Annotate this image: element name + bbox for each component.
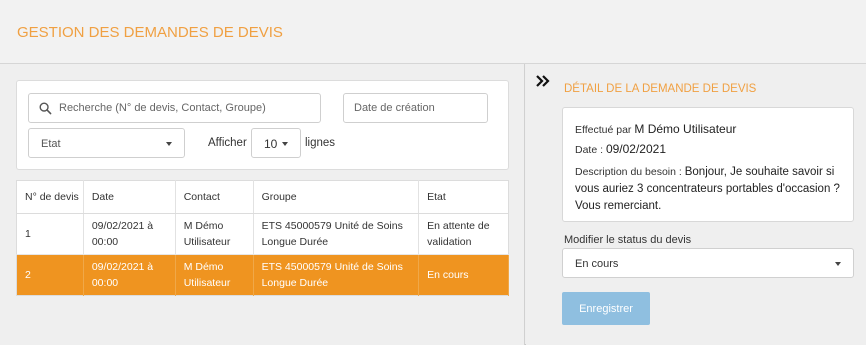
detail-effectue: Effectué par M Démo Utilisateur xyxy=(575,122,737,136)
double-chevron-right-icon[interactable] xyxy=(536,75,550,87)
save-button[interactable]: Enregistrer xyxy=(562,292,650,325)
chevron-down-icon xyxy=(282,142,288,146)
status-label: Modifier le status du devis xyxy=(564,234,692,246)
cell-contact: M Démo Utilisateur xyxy=(175,254,254,296)
requests-list-panel: Etat Afficher 10 lignes N° de devis Date… xyxy=(0,64,525,345)
search-icon xyxy=(39,102,52,115)
cell-etat: En attente de validation xyxy=(418,213,509,255)
cell-etat: En cours xyxy=(418,254,509,296)
detail-card: Effectué par M Démo Utilisateur Date : 0… xyxy=(562,107,854,222)
cell-date: 09/02/2021 à 00:00 xyxy=(83,213,176,255)
table-row[interactable]: 1 09/02/2021 à 00:00 M Démo Utilisateur ET… xyxy=(16,213,509,255)
rows-per-page-value: 10 xyxy=(264,137,278,151)
etat-select[interactable]: Etat xyxy=(28,128,185,158)
afficher-label: Afficher xyxy=(208,137,247,149)
column-header-contact[interactable]: Contact xyxy=(175,180,254,214)
lignes-label: lignes xyxy=(305,137,336,149)
column-header-etat[interactable]: Etat xyxy=(418,180,509,214)
etat-select-value: Etat xyxy=(41,138,61,150)
search-box[interactable] xyxy=(28,93,321,123)
table-header-row: N° de devis Date Contact Groupe Etat xyxy=(16,180,509,214)
cell-num: 2 xyxy=(16,254,84,296)
date-filter[interactable] xyxy=(343,93,488,123)
date-filter-input[interactable] xyxy=(354,94,484,122)
filter-card: Etat Afficher 10 lignes xyxy=(16,80,509,170)
table-row-selected[interactable]: 2 09/02/2021 à 00:00 M Démo Utilisateur ET… xyxy=(16,254,509,296)
status-select[interactable]: En cours xyxy=(562,248,854,278)
column-header-num[interactable]: N° de devis xyxy=(16,180,84,214)
cell-num: 1 xyxy=(16,213,84,255)
search-input[interactable] xyxy=(59,94,314,122)
chevron-down-icon xyxy=(166,142,172,146)
cell-date: 09/02/2021 à 00:00 xyxy=(83,254,176,296)
cell-groupe: ETS 45000579 Unité de Soins Longue Durée xyxy=(253,213,420,255)
detail-description: Description du besoin : Bonjour, Je souh… xyxy=(575,166,840,212)
page-title: GESTION DES DEMANDES DE DEVIS xyxy=(17,24,283,41)
cell-contact: M Démo Utilisateur xyxy=(175,213,254,255)
page-header: GESTION DES DEMANDES DE DEVIS xyxy=(0,0,866,64)
column-header-date[interactable]: Date xyxy=(83,180,176,214)
requests-table: N° de devis Date Contact Groupe Etat 1 0… xyxy=(16,180,509,296)
detail-title: DÉTAIL DE LA DEMANDE DE DEVIS xyxy=(564,83,757,95)
rows-per-page-select[interactable]: 10 xyxy=(251,128,301,158)
detail-panel: DÉTAIL DE LA DEMANDE DE DEVIS Effectué p… xyxy=(526,64,866,345)
cell-groupe: ETS 45000579 Unité de Soins Longue Durée xyxy=(253,254,420,296)
status-select-value: En cours xyxy=(575,258,619,270)
chevron-down-icon xyxy=(835,262,841,266)
detail-date: Date : 09/02/2021 xyxy=(575,142,666,156)
column-header-groupe[interactable]: Groupe xyxy=(253,180,420,214)
